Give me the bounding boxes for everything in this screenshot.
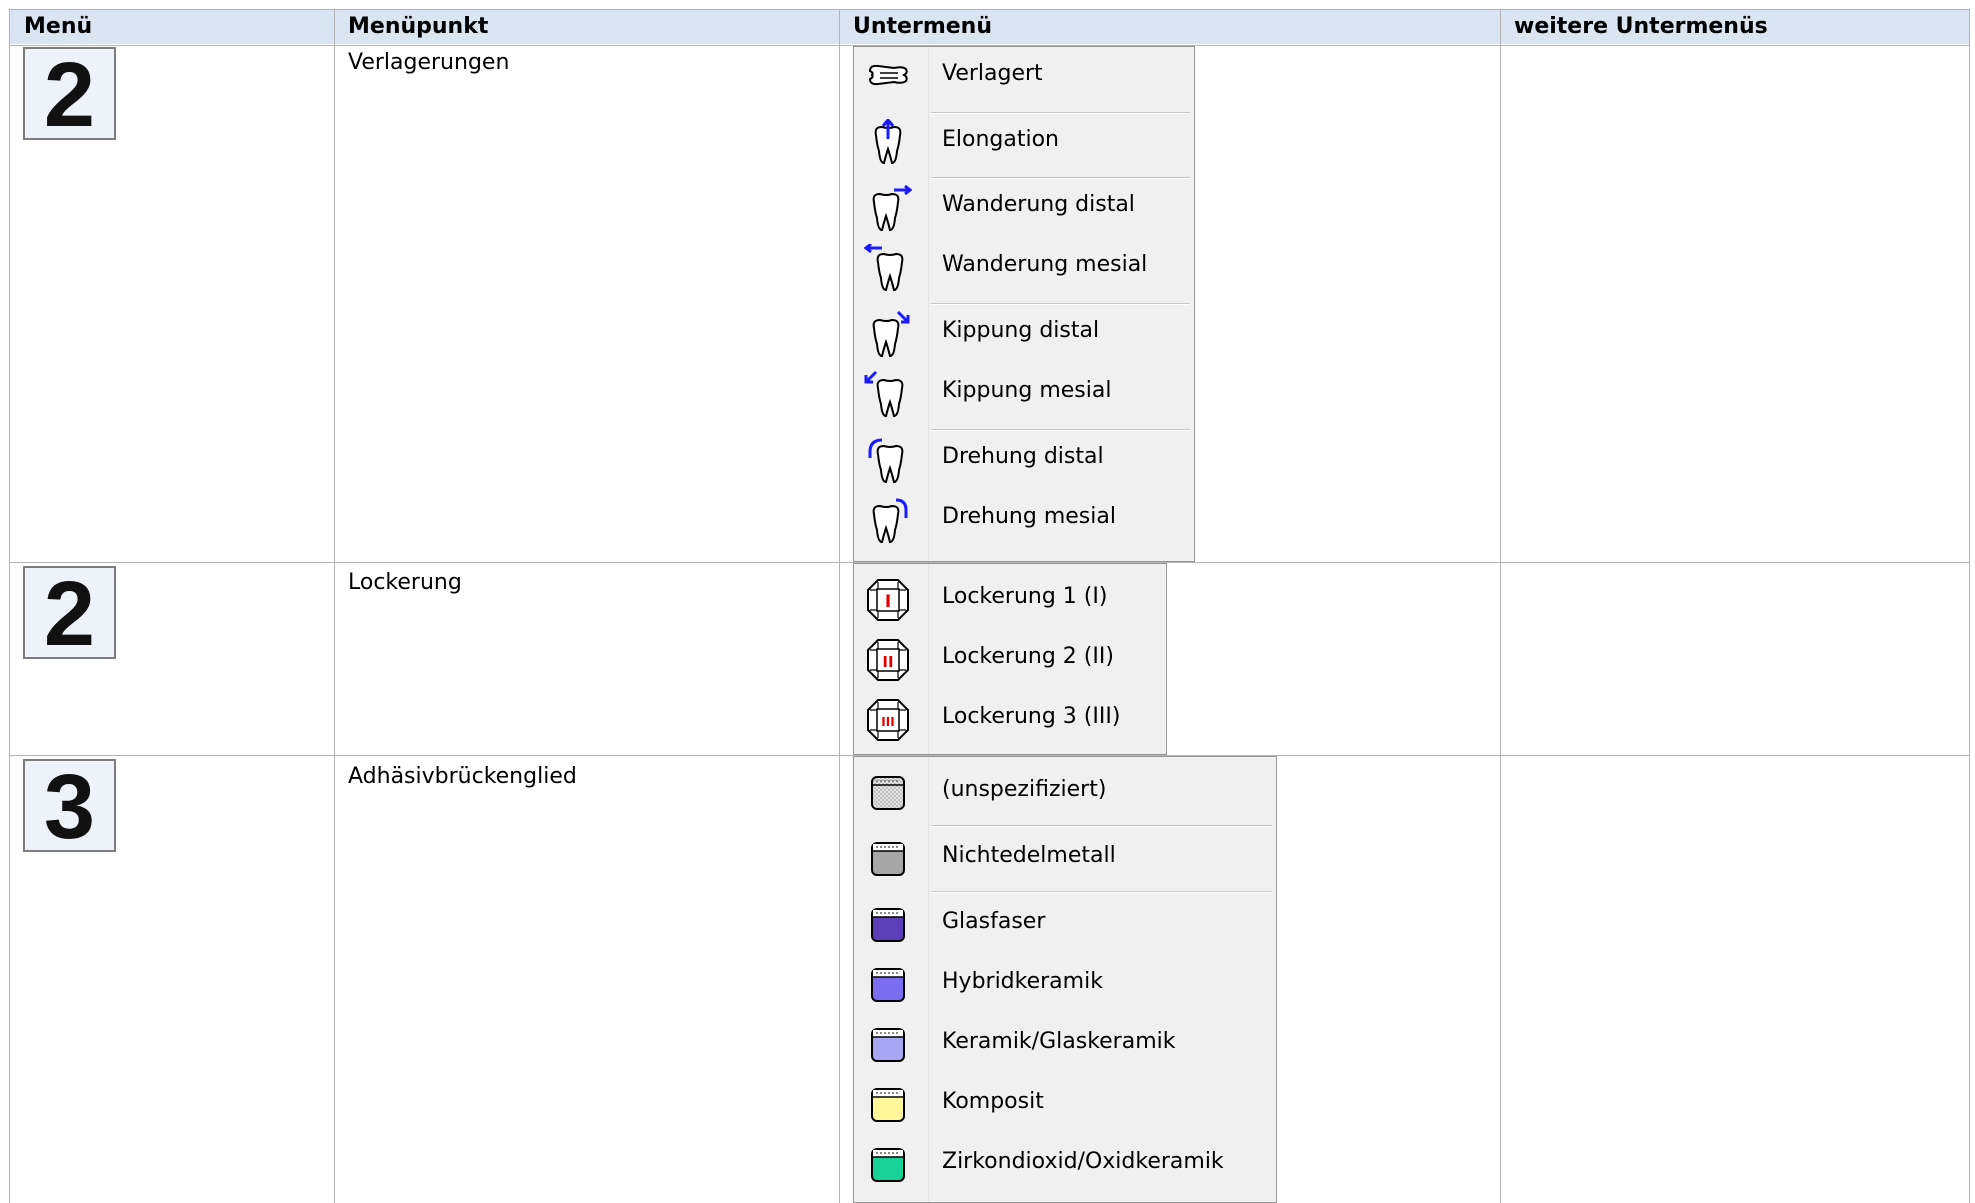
menu-item-kippung-distal[interactable]: Kippung distal — [854, 304, 1194, 362]
menu-item-nichtedelmetall[interactable]: Nichtedelmetall — [854, 829, 1276, 887]
menu-number-badge: 2 — [23, 47, 116, 142]
menu-item-label: Lockerung 3 (III) — [942, 704, 1121, 729]
header-submenu: Untermenü — [853, 10, 992, 44]
menu-item-elongation[interactable]: Elongation — [854, 113, 1194, 171]
tooth-tilt-mesial-icon — [864, 370, 904, 418]
submenu-adhaesivbrueckenglied: (unspezifiziert) Nichtedelmetall Glasfas… — [853, 756, 1277, 1203]
menu-item-label: Drehung distal — [942, 444, 1104, 469]
submenu-verlagerungen: Verlagert Elongation Wanderung distal Wa… — [853, 46, 1195, 562]
menu-item-label: Wanderung mesial — [942, 252, 1148, 277]
mobility-badge-text: III — [881, 715, 894, 729]
tooth-sideways-icon — [868, 64, 908, 86]
mobility-2-icon: II — [867, 639, 909, 681]
menu-item-label: Glasfaser — [942, 909, 1046, 934]
menu-item-komposit[interactable]: Komposit — [854, 1075, 1276, 1133]
menu-item-label: Drehung mesial — [942, 504, 1116, 529]
menu-item-glasfaser[interactable]: Glasfaser — [854, 895, 1276, 953]
material-hybrid-ceramic-icon — [871, 968, 905, 1002]
material-ceramic-icon — [871, 1028, 905, 1062]
menu-item-drehung-distal[interactable]: Drehung distal — [854, 430, 1194, 488]
tooth-drift-mesial-icon — [864, 244, 904, 292]
menu-number-badge: 2 — [23, 566, 116, 661]
menu-item-lockerung-2[interactable]: II Lockerung 2 (II) — [854, 630, 1166, 688]
mobility-1-icon: I — [867, 579, 909, 621]
menu-item-hybridkeramik[interactable]: Hybridkeramik — [854, 955, 1276, 1013]
menu-item-label: Elongation — [942, 127, 1060, 152]
menu-item-label: Komposit — [942, 1089, 1044, 1114]
menu-item-label: Nichtedelmetall — [942, 843, 1116, 868]
menu-item-wanderung-distal[interactable]: Wanderung distal — [854, 178, 1194, 236]
menu-item-verlagert[interactable]: Verlagert — [854, 47, 1194, 105]
submenu-lockerung: I Lockerung 1 (I) II Lockerung 2 (II) II… — [853, 563, 1167, 755]
material-glass-fiber-icon — [871, 908, 905, 942]
tooth-rotation-distal-icon — [868, 438, 904, 484]
menu-item-lockerung-1[interactable]: I Lockerung 1 (I) — [854, 570, 1166, 628]
menu-item-label: Kippung distal — [942, 318, 1100, 343]
menu-item-keramik-glaskeramik[interactable]: Keramik/Glaskeramik — [854, 1015, 1276, 1073]
menu-item-label: Lockerung — [348, 570, 462, 595]
menu-number-badge: 3 — [23, 759, 116, 854]
menu-item-kippung-mesial[interactable]: Kippung mesial — [854, 364, 1194, 422]
menu-item-label: Adhäsivbrückenglied — [348, 764, 577, 789]
menu-item-zirkondioxid[interactable]: Zirkondioxid/Oxidkeramik — [854, 1135, 1276, 1193]
menu-item-label: Wanderung distal — [942, 192, 1135, 217]
menu-item-label: Zirkondioxid/Oxidkeramik — [942, 1149, 1224, 1174]
header-menu: Menü — [24, 10, 93, 44]
menu-item-drehung-mesial[interactable]: Drehung mesial — [854, 490, 1194, 548]
material-zirconia-icon — [871, 1148, 905, 1182]
mobility-badge-text: I — [885, 592, 891, 612]
menu-item-label: (unspezifiziert) — [942, 777, 1107, 802]
material-nonprecious-metal-icon — [871, 842, 905, 876]
header-menuitem: Menüpunkt — [348, 10, 489, 44]
menu-item-label: Verlagert — [942, 61, 1043, 86]
tooth-rotation-mesial-icon — [872, 498, 908, 544]
mobility-3-icon: III — [867, 699, 909, 741]
mobility-badge-text: II — [882, 653, 893, 671]
menu-item-label: Verlagerungen — [348, 50, 510, 75]
tooth-drift-distal-icon — [872, 184, 912, 232]
menu-item-unspezifiziert[interactable]: (unspezifiziert) — [854, 763, 1276, 821]
header-further-submenus: weitere Untermenüs — [1514, 10, 1768, 44]
menu-item-lockerung-3[interactable]: III Lockerung 3 (III) — [854, 690, 1166, 748]
menu-table: Menü Menüpunkt Untermenü weitere Unterme… — [9, 9, 1970, 1203]
menu-item-label: Keramik/Glaskeramik — [942, 1029, 1176, 1054]
menu-item-label: Lockerung 2 (II) — [942, 644, 1114, 669]
tooth-elongation-icon — [874, 119, 902, 165]
tooth-tilt-distal-icon — [872, 310, 910, 358]
material-unspecified-icon — [871, 776, 905, 810]
menu-item-label: Lockerung 1 (I) — [942, 584, 1108, 609]
menu-item-wanderung-mesial[interactable]: Wanderung mesial — [854, 238, 1194, 296]
menu-item-label: Hybridkeramik — [942, 969, 1103, 994]
material-composite-icon — [871, 1088, 905, 1122]
menu-item-label: Kippung mesial — [942, 378, 1112, 403]
